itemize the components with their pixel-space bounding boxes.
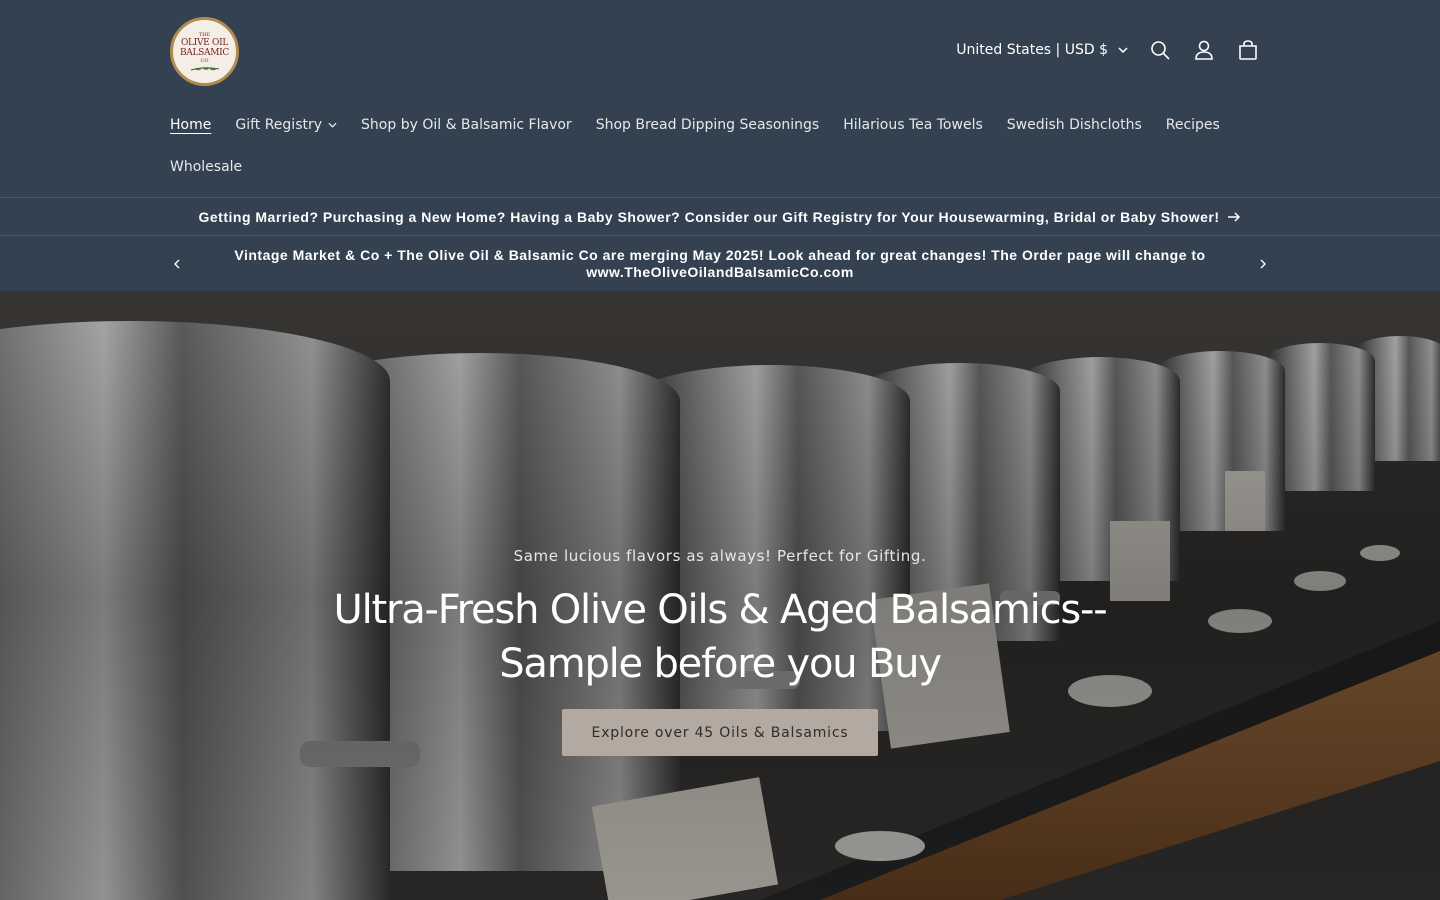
store-logo[interactable]: THE OLIVE OIL BALSAMIC CO (170, 17, 239, 86)
nav-label: Home (170, 117, 212, 133)
nav-label: Swedish Dishcloths (1006, 117, 1142, 133)
account-icon[interactable] (1182, 28, 1226, 72)
nav-item-gift-registry[interactable]: Gift Registry (223, 104, 349, 146)
explore-oils-button[interactable]: Explore over 45 Oils & Balsamics (561, 709, 879, 756)
announcement-slide-text: Vintage Market & Co + The Olive Oil & Ba… (234, 246, 1206, 280)
nav-item-home[interactable]: Home (158, 104, 223, 146)
nav-label: Recipes (1165, 117, 1220, 133)
logo-text-balsamic: BALSAMIC (179, 47, 229, 58)
logo-text-co: CO (200, 57, 209, 64)
nav-label: Hilarious Tea Towels (843, 117, 983, 133)
cart-icon[interactable] (1226, 28, 1270, 72)
announcement-slideshow: Vintage Market & Co + The Olive Oil & Ba… (0, 236, 1440, 291)
announcement-bar-link[interactable]: Getting Married? Purchasing a New Home? … (0, 197, 1440, 236)
search-icon[interactable] (1138, 28, 1182, 72)
nav-item-tea-towels[interactable]: Hilarious Tea Towels (831, 104, 995, 146)
nav-label: Shop by Oil & Balsamic Flavor (361, 117, 572, 133)
header-actions: United States | USD $ (946, 28, 1270, 72)
site-header: THE OLIVE OIL BALSAMIC CO United States … (0, 0, 1440, 197)
nav-label: Gift Registry (235, 117, 323, 133)
nav-item-bread-dipping[interactable]: Shop Bread Dipping Seasonings (584, 104, 832, 146)
nav-label: Shop Bread Dipping Seasonings (595, 117, 820, 133)
hero-banner: Same lucious flavors as always! Perfect … (0, 291, 1440, 900)
chevron-right-icon (1260, 259, 1266, 269)
country-currency-selector[interactable]: United States | USD $ (946, 42, 1138, 58)
logo-text-olive-oil: OLIVE OIL (180, 37, 229, 48)
nav-label: Wholesale (170, 159, 243, 175)
chevron-left-icon (174, 259, 180, 269)
arrow-right-icon (1228, 211, 1241, 222)
chevron-down-icon (1118, 47, 1128, 53)
hero-content: Same lucious flavors as always! Perfect … (0, 547, 1440, 756)
currency-label: United States | USD $ (956, 42, 1108, 58)
olive-branch-icon (190, 66, 219, 70)
nav-item-shop-by-flavor[interactable]: Shop by Oil & Balsamic Flavor (349, 104, 584, 146)
nav-item-recipes[interactable]: Recipes (1154, 104, 1232, 146)
hero-title: Ultra-Fresh Olive Oils & Aged Balsamics-… (333, 587, 1108, 687)
nav-item-swedish-dishcloths[interactable]: Swedish Dishcloths (995, 104, 1154, 146)
previous-announcement-button[interactable] (157, 244, 197, 284)
chevron-down-icon (328, 122, 337, 128)
hero-subtitle: Same lucious flavors as always! Perfect … (513, 547, 927, 565)
next-announcement-button[interactable] (1243, 244, 1283, 284)
announcement-text: Getting Married? Purchasing a New Home? … (198, 208, 1220, 225)
nav-item-wholesale[interactable]: Wholesale (158, 146, 254, 188)
main-navigation: Home Gift Registry Shop by Oil & Balsami… (158, 104, 1288, 188)
